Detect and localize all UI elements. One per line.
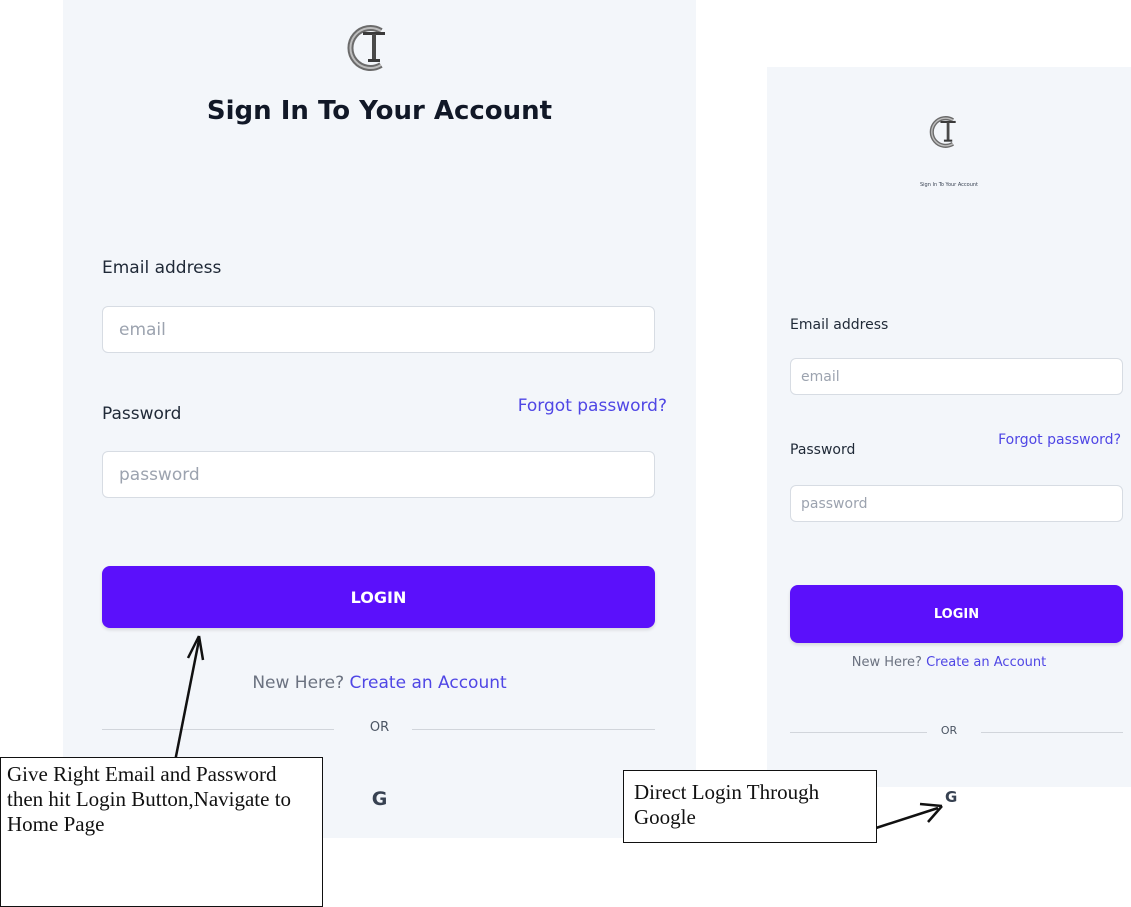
annotation-google-note: Direct Login Through Google xyxy=(623,770,877,843)
annotation-login-note: Give Right Email and Password then hit L… xyxy=(0,757,323,907)
arrow-icon xyxy=(875,802,943,830)
